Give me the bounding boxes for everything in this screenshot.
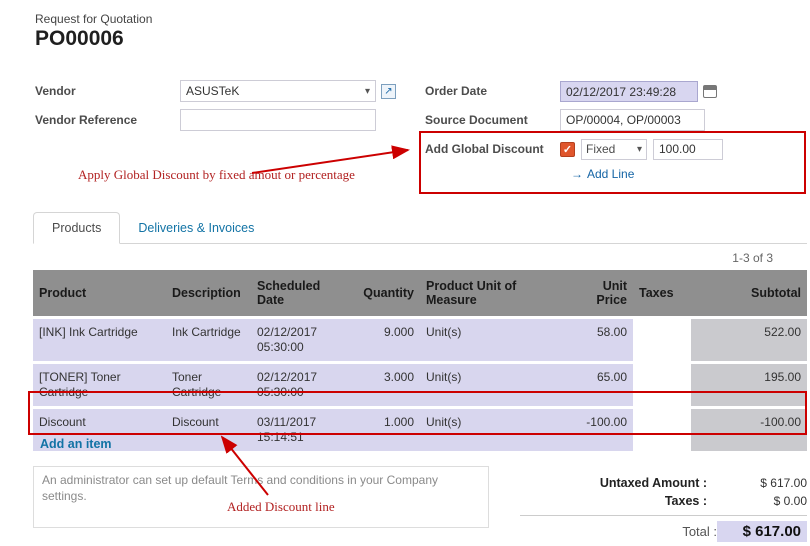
taxes-label: Taxes :: [665, 494, 707, 508]
cell-scheduled-date: 02/12/2017 05:30:00: [251, 363, 355, 408]
add-line-link[interactable]: → Add Line: [571, 167, 807, 181]
calendar-icon[interactable]: [703, 85, 717, 98]
source-document-label: Source Document: [425, 113, 560, 127]
untaxed-amount-value: $ 617.00: [707, 476, 807, 490]
cell-unit-price: 65.00: [565, 363, 633, 408]
col-header-subtotal: Subtotal: [691, 270, 807, 318]
vendor-value: ASUSTeK: [186, 84, 239, 98]
total-row: Total : $ 617.00: [520, 516, 807, 546]
add-an-item-link[interactable]: Add an item: [40, 437, 112, 451]
cell-unit-price: 58.00: [565, 318, 633, 363]
order-date-row: Order Date 02/12/2017 23:49:28: [425, 80, 807, 102]
tab-deliveries-invoices[interactable]: Deliveries & Invoices: [120, 213, 272, 243]
untaxed-amount-row: Untaxed Amount : $ 617.00: [520, 474, 807, 492]
chevron-down-icon: ▾: [637, 144, 642, 155]
cell-quantity: 1.000: [355, 408, 420, 453]
cell-description: Discount: [166, 408, 251, 453]
discount-amount-input[interactable]: [653, 139, 723, 160]
table-header-row: Product Description Scheduled Date Quant…: [33, 270, 807, 318]
total-value: $ 617.00: [717, 521, 807, 542]
cell-taxes: [633, 408, 691, 453]
col-header-unit-price: Unit Price: [565, 270, 633, 318]
form-left-column: Vendor ASUSTeK ▾ ↗ Vendor Reference: [35, 80, 415, 138]
vendor-row: Vendor ASUSTeK ▾ ↗: [35, 80, 415, 102]
untaxed-amount-label: Untaxed Amount :: [600, 476, 707, 490]
cell-scheduled-date: 02/12/2017 05:30:00: [251, 318, 355, 363]
discount-type-value: Fixed: [586, 142, 615, 156]
col-header-scheduled-date: Scheduled Date: [251, 270, 355, 318]
cell-uom: Unit(s): [420, 363, 565, 408]
col-header-product: Product: [33, 270, 166, 318]
annotation-text-discount: Apply Global Discount by fixed amout or …: [78, 167, 355, 183]
discount-type-select[interactable]: Fixed ▾: [581, 139, 647, 160]
external-link-icon[interactable]: ↗: [381, 84, 396, 99]
cell-description: Ink Cartridge: [166, 318, 251, 363]
global-discount-label: Add Global Discount: [425, 142, 560, 156]
col-header-uom: Product Unit of Measure: [420, 270, 565, 318]
cell-quantity: 9.000: [355, 318, 420, 363]
vendor-reference-label: Vendor Reference: [35, 113, 180, 127]
taxes-value: $ 0.00: [707, 494, 807, 508]
totals-panel: Untaxed Amount : $ 617.00 Taxes : $ 0.00…: [520, 474, 807, 546]
global-discount-row: Add Global Discount ✓ Fixed ▾: [425, 138, 807, 160]
cell-quantity: 3.000: [355, 363, 420, 408]
vendor-select[interactable]: ASUSTeK ▾: [180, 80, 376, 102]
purchase-order-page: Request for Quotation PO00006 Vendor ASU…: [0, 0, 810, 546]
taxes-row: Taxes : $ 0.00: [520, 492, 807, 510]
cell-uom: Unit(s): [420, 318, 565, 363]
notebook-tabs: Products Deliveries & Invoices: [33, 211, 807, 244]
cell-product: [INK] Ink Cartridge: [33, 318, 166, 363]
cell-subtotal: -100.00: [691, 408, 807, 453]
tab-products[interactable]: Products: [33, 212, 120, 244]
cell-description: Toner Cartridge: [166, 363, 251, 408]
table-row[interactable]: [TONER] Toner Cartridge Toner Cartridge …: [33, 363, 807, 408]
form-right-column: Order Date 02/12/2017 23:49:28 Source Do…: [425, 80, 807, 181]
cell-subtotal: 522.00: [691, 318, 807, 363]
order-lines-table: Product Description Scheduled Date Quant…: [33, 270, 807, 454]
col-header-quantity: Quantity: [355, 270, 420, 318]
add-line-arrow-icon: →: [571, 167, 583, 181]
cell-unit-price: -100.00: [565, 408, 633, 453]
col-header-description: Description: [166, 270, 251, 318]
cell-taxes: [633, 318, 691, 363]
total-label: Total :: [682, 524, 717, 539]
cell-taxes: [633, 363, 691, 408]
source-document-row: Source Document: [425, 109, 807, 131]
annotation-text-added-line: Added Discount line: [227, 499, 335, 515]
terms-and-conditions-field[interactable]: An administrator can set up default Term…: [33, 466, 489, 528]
cell-subtotal: 195.00: [691, 363, 807, 408]
breadcrumb[interactable]: Request for Quotation: [35, 12, 152, 26]
page-title: PO00006: [35, 27, 124, 51]
source-document-input[interactable]: [560, 109, 705, 131]
pager: 1-3 of 3: [732, 251, 773, 265]
vendor-reference-input[interactable]: [180, 109, 376, 131]
vendor-reference-row: Vendor Reference: [35, 109, 415, 131]
order-date-label: Order Date: [425, 84, 560, 98]
table-row[interactable]: [INK] Ink Cartridge Ink Cartridge 02/12/…: [33, 318, 807, 363]
table-row-discount[interactable]: Discount Discount 03/11/2017 15:14:51 1.…: [33, 408, 807, 453]
order-date-input[interactable]: 02/12/2017 23:49:28: [560, 81, 698, 102]
add-line-label: Add Line: [587, 167, 634, 181]
col-header-taxes: Taxes: [633, 270, 691, 318]
cell-scheduled-date: 03/11/2017 15:14:51: [251, 408, 355, 453]
chevron-down-icon: ▾: [365, 86, 370, 97]
cell-product: [TONER] Toner Cartridge: [33, 363, 166, 408]
global-discount-checkbox[interactable]: ✓: [560, 142, 575, 157]
vendor-label: Vendor: [35, 84, 180, 98]
cell-uom: Unit(s): [420, 408, 565, 453]
